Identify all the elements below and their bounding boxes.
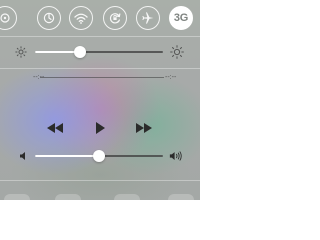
timer-button[interactable] [55, 194, 81, 200]
cellular-3g-toggle[interactable]: 3G [169, 6, 193, 30]
transport-controls [0, 119, 200, 137]
calculator-button[interactable] [114, 194, 140, 200]
camera-button[interactable] [168, 194, 194, 200]
play-button[interactable] [90, 119, 110, 137]
brightness-slider[interactable] [0, 42, 200, 62]
bluetooth-toggle[interactable] [37, 6, 61, 30]
play-icon [96, 122, 105, 134]
rewind-icon [47, 123, 63, 133]
divider [0, 68, 200, 69]
brightness-thumb[interactable] [74, 46, 86, 58]
scrubber-track[interactable] [40, 77, 164, 78]
control-center: 3G --:-- --:-- [0, 0, 200, 200]
flashlight-button[interactable] [4, 194, 30, 200]
rewind-button[interactable] [45, 119, 65, 137]
elapsed-time: --:-- [33, 74, 45, 81]
volume-thumb[interactable] [93, 150, 105, 162]
sun-small-icon [14, 45, 28, 59]
divider [0, 180, 200, 181]
fast-forward-button[interactable] [134, 119, 154, 137]
airplane-icon [0, 13, 10, 23]
speaker-high-icon [169, 149, 183, 163]
wifi-toggle[interactable] [69, 6, 93, 30]
airplane-mode-toggle[interactable] [136, 6, 160, 30]
sun-large-icon [170, 45, 184, 59]
playback-scrubber[interactable]: --:-- --:-- [0, 72, 200, 84]
brightness-track[interactable] [35, 51, 163, 53]
cellular-3g-label: 3G [173, 12, 189, 24]
fast-forward-icon [136, 123, 152, 133]
speaker-low-icon [17, 149, 31, 163]
airplane-icon [142, 12, 154, 24]
wifi-icon [74, 13, 88, 24]
bluetooth-icon [43, 12, 55, 24]
rotation-lock-toggle[interactable] [103, 6, 127, 30]
remaining-time: --:-- [165, 74, 177, 81]
volume-fill [35, 155, 99, 157]
rotation-lock-icon [109, 13, 121, 24]
quick-launch-dock [0, 190, 200, 200]
toggle-row: 3G [0, 0, 200, 34]
divider [0, 36, 200, 37]
volume-slider[interactable] [0, 146, 200, 166]
airplane-toggle[interactable] [0, 6, 17, 30]
